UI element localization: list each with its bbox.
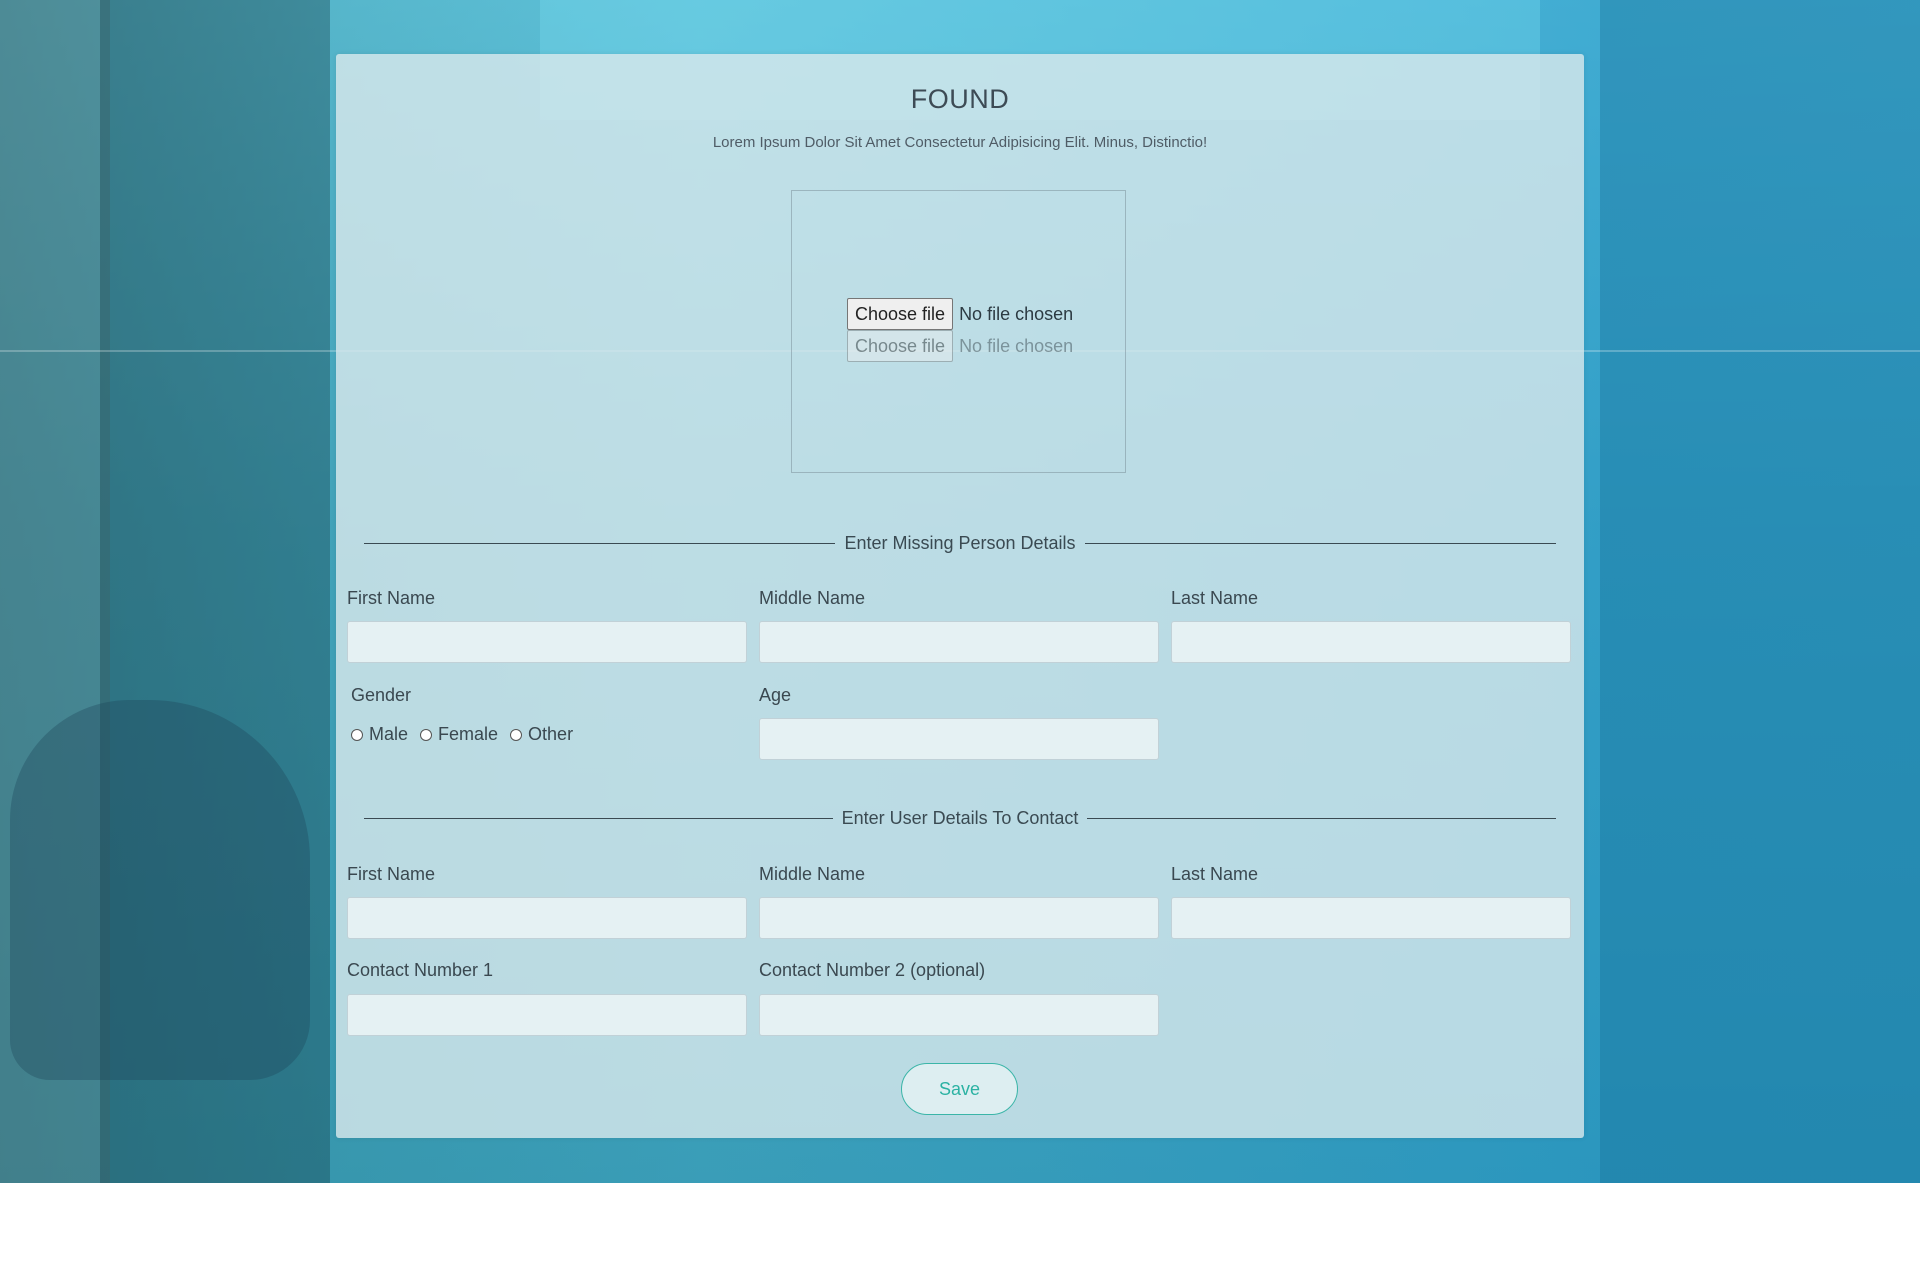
contact-heading-text: Enter User Details To Contact (841, 808, 1079, 828)
gender-option-female[interactable]: Female (420, 724, 498, 745)
gender-option-other[interactable]: Other (510, 724, 573, 745)
contact-first-name-label: First Name (347, 864, 436, 884)
contact-number-1-input[interactable] (347, 994, 747, 1036)
gender-option-label: Other (528, 724, 574, 744)
missing-middle-name-input[interactable] (759, 621, 1159, 663)
contact-middle-name-input[interactable] (759, 897, 1159, 939)
contact-number-2-input[interactable] (759, 994, 1159, 1036)
divider-line (1084, 543, 1556, 544)
divider-line (1087, 818, 1556, 819)
age-label: Age (759, 685, 792, 705)
motorbike (10, 700, 310, 1080)
foreground-person (1600, 0, 1920, 1183)
choose-file-button[interactable]: Choose file (847, 298, 954, 330)
missing-person-section-heading: Enter Missing Person Details (364, 533, 1556, 554)
file-input-ghost: Choose file No file chosen (847, 330, 1073, 362)
radio-button[interactable] (510, 728, 523, 741)
missing-last-name-input[interactable] (1171, 621, 1571, 663)
file-input[interactable]: Choose file No file chosen (847, 298, 1073, 330)
divider-line (364, 543, 836, 544)
gender-option-label: Female (438, 724, 499, 744)
age-input[interactable] (759, 718, 1159, 760)
radio-button[interactable] (351, 728, 363, 741)
file-status-text: No file chosen (959, 303, 1074, 324)
missing-first-name-input[interactable] (347, 621, 747, 663)
contact-last-name-label: Last Name (1171, 864, 1259, 884)
radio-button[interactable] (420, 728, 433, 741)
missing-last-name-label: Last Name (1171, 588, 1259, 608)
divider-line (364, 818, 833, 819)
file-status-text-ghost: No file chosen (959, 335, 1074, 356)
page-subtitle: Lorem Ipsum Dolor Sit Amet Consectetur A… (712, 134, 1208, 151)
gender-label: Gender (351, 685, 412, 705)
found-form-panel: FOUND Lorem Ipsum Dolor Sit Amet Consect… (336, 54, 1584, 1138)
contact-first-name-input[interactable] (347, 897, 747, 939)
missing-middle-name-label: Middle Name (759, 588, 866, 608)
choose-file-button-ghost: Choose file (847, 330, 954, 362)
gender-option-male[interactable]: Male (351, 724, 408, 745)
contact-last-name-input[interactable] (1171, 897, 1571, 939)
gender-option-label: Male (369, 724, 409, 744)
gender-radio-group: Male Female Other (351, 724, 585, 745)
save-button[interactable]: Save (901, 1063, 1018, 1115)
page-title: FOUND (910, 84, 1010, 114)
missing-person-heading-text: Enter Missing Person Details (844, 533, 1076, 553)
contact-section-heading: Enter User Details To Contact (364, 808, 1556, 829)
contact-number-1-label: Contact Number 1 (347, 960, 494, 980)
missing-first-name-label: First Name (347, 588, 436, 608)
contact-middle-name-label: Middle Name (759, 864, 866, 884)
contact-number-2-label: Contact Number 2 (optional) (759, 960, 986, 980)
